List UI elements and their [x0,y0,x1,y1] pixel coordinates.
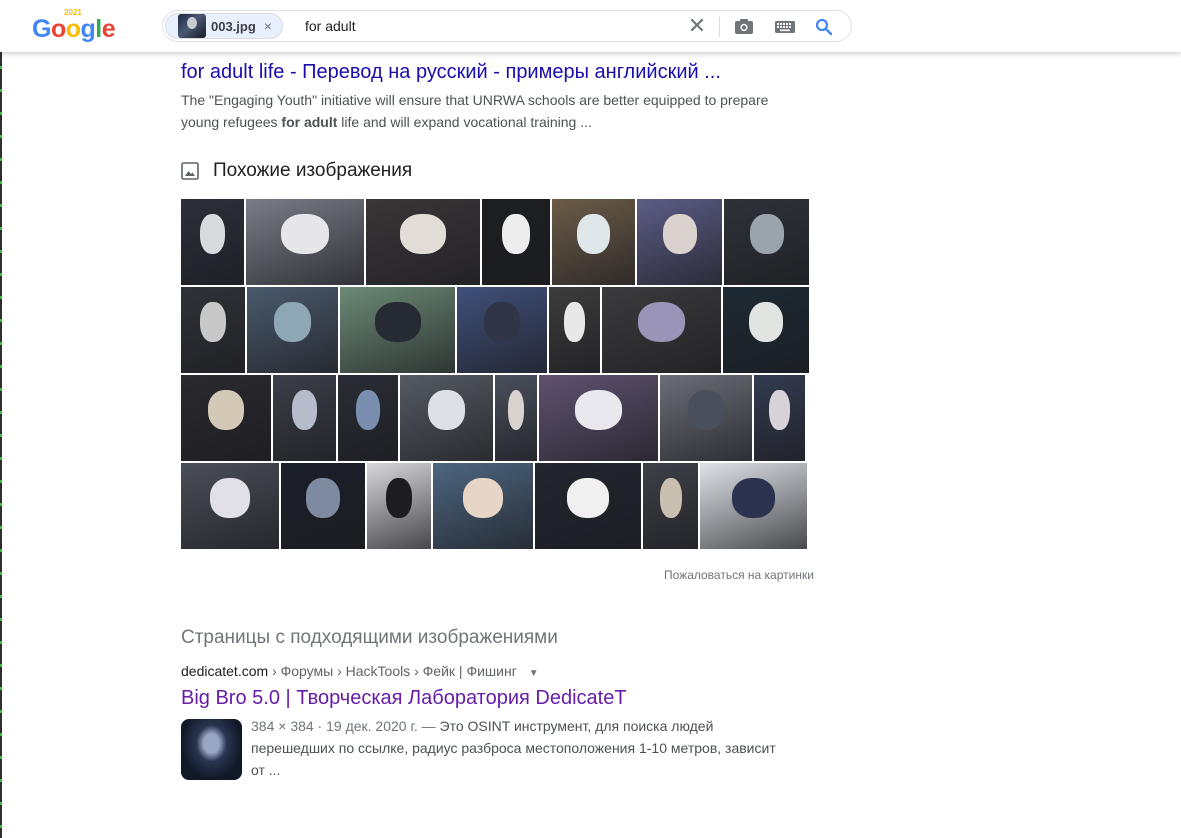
similar-image-thumbnail[interactable] [552,199,635,285]
search-icon[interactable] [815,18,833,36]
similar-image-thumbnail[interactable] [246,199,364,285]
snippet-text-end: life and will expand vocational training… [337,114,592,130]
query-image-filename: 003.jpg [211,18,256,34]
mask-figure [748,302,784,343]
mask-figure [210,478,250,519]
mask-figure [507,390,525,431]
google-doodle-logo[interactable]: 2021 Google [32,8,116,44]
mask-figure [463,478,503,519]
mask-figure [687,390,725,431]
similar-image-thumbnail[interactable] [366,199,480,285]
matching-pages-title: Страницы с подходящими изображениями [181,627,558,648]
similar-image-thumbnail[interactable] [457,287,547,373]
similar-image-thumbnail[interactable] [754,375,805,461]
similar-image-thumbnail[interactable] [643,463,698,549]
mask-figure [576,214,611,255]
similar-image-thumbnail[interactable] [723,287,809,373]
mask-figure [637,302,686,343]
mask-figure [564,302,585,343]
similar-image-thumbnail[interactable] [535,463,641,549]
mask-figure [732,478,775,519]
similar-image-thumbnail[interactable] [273,375,336,461]
snippet-meta: 384 × 384 · 19 дек. 2020 г. — [251,718,440,734]
mask-figure [566,478,610,519]
query-image-thumbnail [178,14,206,38]
chevron-down-icon[interactable]: ▼ [529,668,539,679]
image-grid-row [181,287,809,373]
mask-figure [274,302,311,343]
similar-image-thumbnail[interactable] [549,287,600,373]
search-divider [719,17,720,37]
breadcrumb-domain: dedicatet.com [181,663,269,679]
keyboard-icon[interactable] [775,21,795,33]
image-grid-row [181,375,809,461]
mask-figure [659,478,682,519]
mask-figure [386,478,412,519]
similar-image-thumbnail[interactable] [539,375,658,461]
breadcrumb: dedicatet.com › Форумы › HackTools › Фей… [181,663,539,679]
matching-page-title-link[interactable]: Big Bro 5.0 | Творческая Лаборатория Ded… [181,687,627,710]
similar-image-thumbnail[interactable] [433,463,533,549]
mask-figure [749,214,784,255]
mask-figure [574,390,623,431]
mask-figure [427,390,466,431]
search-box: 003.jpg × ✕ [162,10,852,42]
mask-figure [306,478,340,519]
similar-image-thumbnail[interactable] [247,287,338,373]
result-title-link[interactable]: for adult life - Перевод на русский - пр… [181,61,721,84]
mask-figure [484,302,520,343]
similar-image-thumbnail[interactable] [181,463,279,549]
similar-image-thumbnail[interactable] [181,287,245,373]
mask-figure [374,302,421,343]
similar-image-thumbnail[interactable] [637,199,722,285]
mask-figure [281,214,329,255]
report-images-link[interactable]: Пожаловаться на картинки [664,568,814,582]
mask-figure [769,390,790,431]
image-grid-row [181,199,809,285]
window-edge-marks [0,0,2,838]
matching-page-snippet: 384 × 384 · 19 дек. 2020 г. — Это OSINT … [251,715,791,781]
mask-figure [208,390,244,431]
matching-page-thumbnail[interactable] [181,719,242,780]
clear-search-icon[interactable]: ✕ [687,15,707,37]
similar-images-title: Похожие изображения [213,160,413,181]
similar-image-thumbnail[interactable] [482,199,550,285]
similar-image-thumbnail[interactable] [724,199,809,285]
image-grid-row [181,463,809,549]
remove-image-icon[interactable]: × [264,18,272,34]
result-snippet: The "Engaging Youth" initiative will ens… [181,89,781,133]
image-icon [181,162,199,180]
breadcrumb-path: › Форумы › HackTools › Фейк | Фишинг [272,663,517,679]
mask-figure [502,214,530,255]
similar-image-thumbnail[interactable] [181,375,271,461]
camera-icon[interactable] [735,19,753,34]
mask-figure [662,214,697,255]
similar-image-thumbnail[interactable] [340,287,455,373]
snippet-highlight: for adult [281,114,338,130]
similar-images-grid [181,199,809,551]
search-header: 2021 Google 003.jpg × ✕ [0,0,1181,52]
similar-image-thumbnail[interactable] [281,463,365,549]
logo-word: Google [32,15,116,43]
similar-image-thumbnail[interactable] [602,287,721,373]
mask-figure [400,214,446,255]
mask-figure [291,390,318,431]
similar-image-thumbnail[interactable] [338,375,398,461]
mask-figure [200,302,226,343]
similar-image-thumbnail[interactable] [367,463,431,549]
search-input[interactable] [305,11,685,41]
similar-image-thumbnail[interactable] [495,375,537,461]
similar-images-header: Похожие изображения [181,158,412,184]
similar-image-thumbnail[interactable] [181,199,244,285]
mask-figure [356,390,380,431]
similar-image-thumbnail[interactable] [660,375,752,461]
similar-image-thumbnail[interactable] [700,463,807,549]
mask-figure [199,214,226,255]
image-query-chip[interactable]: 003.jpg × [165,13,283,39]
similar-image-thumbnail[interactable] [400,375,493,461]
